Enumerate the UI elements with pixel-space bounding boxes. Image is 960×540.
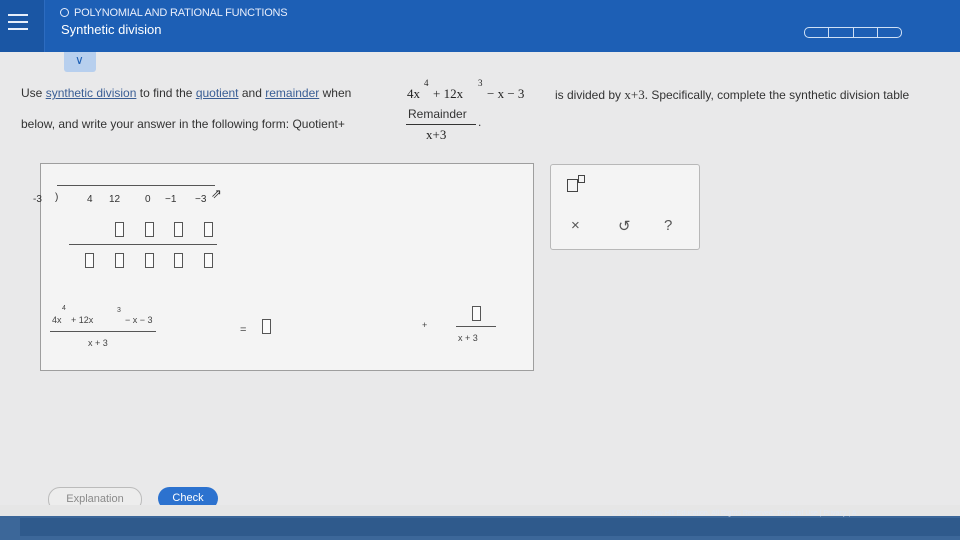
answer-num-tail: − x − 3	[125, 315, 153, 325]
sum-rule	[69, 244, 217, 245]
coefficient: −3	[195, 194, 207, 205]
equals-sign: =	[240, 324, 247, 336]
quotient-input[interactable]	[262, 319, 271, 334]
bottom-taskbar	[0, 516, 960, 540]
remainder-input[interactable]	[472, 306, 481, 321]
circle-icon	[60, 8, 69, 17]
prompt-text: Use	[21, 86, 43, 100]
prompt-text: is divided by	[555, 88, 622, 102]
answer-exp-3: 3	[117, 307, 121, 314]
breadcrumb: POLYNOMIAL AND RATIONAL FUNCTIONS	[60, 7, 288, 19]
product-cell[interactable]	[145, 222, 154, 237]
prompt-text: Specifically, complete the synthetic div…	[651, 88, 910, 102]
division-top-rule	[57, 185, 215, 186]
plus-sign: +	[422, 320, 428, 330]
clear-icon[interactable]: ×	[571, 217, 580, 234]
poly-tail: − x − 3	[487, 86, 525, 101]
copyright: © 2020 McGraw-Hill Education. All Rights…	[612, 510, 857, 517]
result-cell[interactable]	[115, 253, 124, 268]
product-cell[interactable]	[174, 222, 183, 237]
fraction-denominator: x+3	[426, 127, 447, 142]
superscript-template-icon[interactable]	[567, 179, 578, 192]
top-bar: POLYNOMIAL AND RATIONAL FUNCTIONS Synthe…	[0, 0, 960, 52]
prompt-text: to find the	[139, 86, 193, 100]
prompt-line-2: below, and write your answer in the foll…	[21, 117, 345, 131]
coefficient: 12	[109, 194, 121, 205]
help-icon[interactable]: ?	[664, 217, 672, 234]
math-toolbox: × ↺ ?	[550, 164, 700, 250]
progress-indicator	[804, 27, 902, 38]
period: .	[478, 115, 482, 129]
result-cell[interactable]	[85, 253, 94, 268]
link-synthetic-division[interactable]: synthetic division	[46, 86, 137, 100]
poly-term-12x: + 12x	[433, 86, 464, 101]
prompt-text: when	[322, 86, 352, 100]
chevron-down-icon: ∨	[75, 53, 84, 67]
remainder-fraction-bar	[456, 326, 496, 327]
answer-num-12x: + 12x	[71, 315, 94, 325]
menu-icon[interactable]	[0, 0, 45, 52]
link-remainder[interactable]: remainder	[265, 86, 319, 100]
undo-icon[interactable]: ↺	[618, 217, 631, 235]
answer-num-4x: 4x	[52, 315, 62, 325]
mouse-cursor-icon: ⇗	[211, 186, 222, 201]
divisor: x+3.	[624, 87, 648, 102]
prompt-rest: is divided by x+3. Specifically, complet…	[555, 87, 909, 103]
breadcrumb-label: POLYNOMIAL AND RATIONAL FUNCTIONS	[74, 7, 288, 19]
prompt-text: and	[241, 86, 262, 100]
answer-den: x + 3	[88, 338, 108, 348]
bracket: )	[55, 192, 59, 203]
exponent-3: 3	[478, 78, 483, 88]
fraction-numerator: Remainder	[408, 107, 467, 121]
coefficient: 0	[145, 194, 151, 205]
answer-workspace: -3 ) 4 12 0 −1 −3 ⇗ 4x 4 + 12x 3 − x − 3…	[33, 163, 534, 371]
coefficient: 4	[87, 194, 93, 205]
fraction-bar	[406, 124, 476, 125]
superscript-box	[578, 175, 585, 183]
collapse-button[interactable]: ∨	[64, 52, 96, 72]
result-cell[interactable]	[145, 253, 154, 268]
answer-fraction-bar	[50, 331, 156, 332]
coefficient: −1	[165, 194, 177, 205]
link-quotient[interactable]: quotient	[196, 86, 239, 100]
exponent-4: 4	[424, 78, 429, 88]
result-cell[interactable]	[174, 253, 183, 268]
poly-term-4x: 4x	[407, 86, 420, 101]
page-title: Synthetic division	[61, 22, 162, 37]
product-cell[interactable]	[115, 222, 124, 237]
question-prompt: Use synthetic division to find the quoti…	[21, 86, 351, 100]
answer-exp-4: 4	[62, 305, 66, 312]
remainder-den: x + 3	[458, 333, 478, 343]
divisor-root: -3	[33, 194, 42, 205]
product-cell[interactable]	[204, 222, 213, 237]
result-cell[interactable]	[204, 253, 213, 268]
